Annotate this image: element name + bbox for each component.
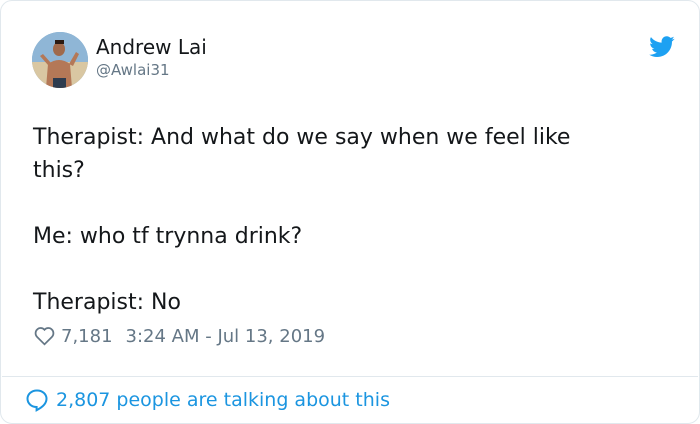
tweet-card: Andrew Lai @Awlai31 Therapist: And what … — [0, 0, 700, 424]
tweet-header: Andrew Lai @Awlai31 — [32, 32, 675, 90]
avatar[interactable] — [32, 32, 88, 88]
heart-icon[interactable] — [34, 326, 55, 346]
user-handle[interactable]: @Awlai31 — [96, 61, 170, 79]
line-break — [33, 253, 673, 286]
avatar-photo — [32, 32, 88, 88]
like-count[interactable]: 7,181 — [61, 326, 113, 347]
tweet-text: Therapist: And what do we say when we fe… — [33, 121, 673, 319]
conversation-link[interactable]: 2,807 people are talking about this — [25, 386, 390, 414]
tweet-line: Me: who tf trynna drink? — [33, 224, 303, 249]
divider — [2, 376, 698, 377]
conversation-count[interactable]: 2,807 people are talking about this — [56, 389, 390, 411]
twitter-bird-icon[interactable] — [649, 36, 675, 58]
tweet-line: this? — [33, 158, 85, 183]
display-name[interactable]: Andrew Lai — [96, 35, 207, 59]
tweet-line: Therapist: And what do we say when we fe… — [33, 125, 571, 150]
line-break — [33, 187, 673, 220]
tweet-timestamp[interactable]: 3:24 AM - Jul 13, 2019 — [126, 326, 326, 347]
tweet-line: Therapist: No — [33, 290, 181, 315]
speech-bubble-icon — [26, 389, 48, 412]
tweet-meta: 7,181 3:24 AM - Jul 13, 2019 — [34, 323, 325, 349]
